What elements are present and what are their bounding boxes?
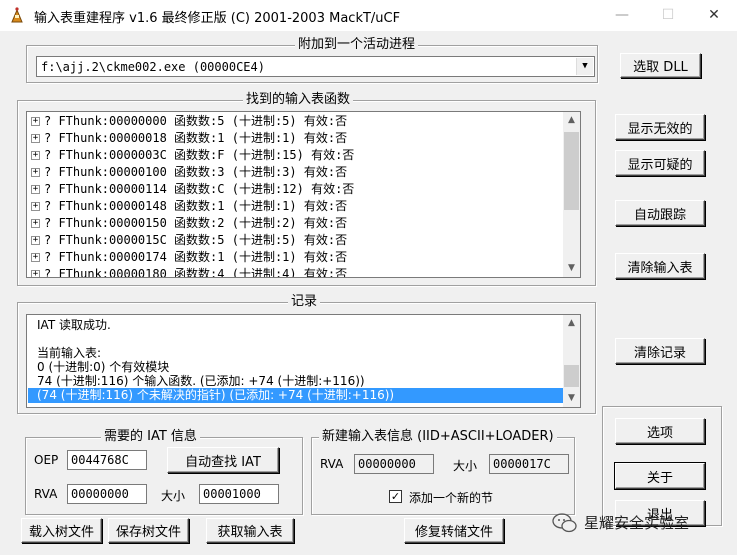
iat-rva-field[interactable]: 00000000 xyxy=(67,484,147,504)
tree-row-label: ? FThunk:00000174 函数数:1 (十进制:1) 有效:否 xyxy=(44,250,348,264)
process-select[interactable]: f:\ajj.2\ckme002.exe (00000CE4) ▼ xyxy=(36,56,595,77)
tree-row-label: ? FThunk:00000114 函数数:C (十进制:12) 有效:否 xyxy=(44,182,355,196)
tree-row[interactable]: + ? FThunk:00000018 函数数:1 (十进制:1) 有效:否 xyxy=(31,130,347,147)
clear-log-button[interactable]: 清除记录 xyxy=(615,338,705,364)
window-title: 输入表重建程序 v1.6 最终修正版 (C) 2001-2003 MackT/u… xyxy=(34,11,401,26)
tree-row-label: ? FThunk:00000100 函数数:3 (十进制:3) 有效:否 xyxy=(44,165,348,179)
scroll-down-icon[interactable]: ▼ xyxy=(563,390,580,407)
tree-row[interactable]: + ? FThunk:00000148 函数数:1 (十进制:1) 有效:否 xyxy=(31,198,347,215)
tree-row-label: ? FThunk:00000000 函数数:5 (十进制:5) 有效:否 xyxy=(44,114,348,128)
log-line[interactable]: 当前输入表: xyxy=(37,346,101,361)
expand-icon[interactable]: + xyxy=(31,202,40,211)
new-rva-field: 00000000 xyxy=(354,454,434,474)
app-icon xyxy=(11,7,23,23)
expand-icon[interactable]: + xyxy=(31,236,40,245)
tree-row-label: ? FThunk:0000003C 函数数:F (十进制:15) 有效:否 xyxy=(44,148,355,162)
log-scroll-thumb[interactable] xyxy=(564,365,579,387)
iat-group-title: 需要的 IAT 信息 xyxy=(101,429,200,445)
tree-row[interactable]: + ? FThunk:00000150 函数数:2 (十进制:2) 有效:否 xyxy=(31,215,347,232)
fix-dump-button[interactable]: 修复转储文件 xyxy=(404,518,504,543)
imports-scroll-thumb[interactable] xyxy=(564,132,579,210)
maximize-button: ☐ xyxy=(661,7,675,23)
scroll-down-icon[interactable]: ▼ xyxy=(563,260,580,277)
tree-row-label: ? FThunk:00000018 函数数:1 (十进制:1) 有效:否 xyxy=(44,131,348,145)
expand-icon[interactable]: + xyxy=(31,117,40,126)
tree-row[interactable]: + ? FThunk:00000180 函数数:4 (十进制:4) 有效:否 xyxy=(31,266,348,278)
imports-group-title: 找到的输入表函数 xyxy=(243,92,354,108)
new-size-field: 0000017C xyxy=(489,454,569,474)
expand-icon[interactable]: + xyxy=(31,134,40,143)
tree-row-label: ? FThunk:00000148 函数数:1 (十进制:1) 有效:否 xyxy=(44,199,348,213)
new-size-label: 大小 xyxy=(453,459,478,473)
log-line[interactable]: 74 (十进制:116) 个输入函数. (已添加: +74 (十进制:+116)… xyxy=(37,374,365,389)
imports-scrollbar[interactable]: ▲ ▼ xyxy=(563,112,580,277)
options-button[interactable]: 选项 xyxy=(615,418,705,444)
title-bar: 输入表重建程序 v1.6 最终修正版 (C) 2001-2003 MackT/u… xyxy=(0,0,737,31)
auto-search-iat-button[interactable]: 自动查找 IAT xyxy=(167,447,279,473)
oep-field[interactable]: 0044768C xyxy=(67,450,147,470)
new-rva-label: RVA xyxy=(320,457,344,471)
expand-icon[interactable]: + xyxy=(31,168,40,177)
attach-group-title: 附加到一个活动进程 xyxy=(295,37,419,53)
expand-icon[interactable]: + xyxy=(31,270,40,277)
tree-row[interactable]: + ? FThunk:0000015C 函数数:5 (十进制:5) 有效:否 xyxy=(31,232,347,249)
scroll-up-icon[interactable]: ▲ xyxy=(563,112,580,129)
show-suspect-button[interactable]: 显示可疑的 xyxy=(615,150,705,176)
iat-size-field[interactable]: 00001000 xyxy=(199,484,279,504)
log-group-title: 记录 xyxy=(288,294,321,310)
iat-rva-label: RVA xyxy=(34,487,58,501)
imports-tree[interactable]: + ? FThunk:00000000 函数数:5 (十进制:5) 有效:否 + ? … xyxy=(26,111,581,278)
log-line[interactable]: (74 (十进制:116) 个未解决的指针) (已添加: +74 (十进制:+1… xyxy=(28,388,563,403)
wechat-icon xyxy=(552,513,577,533)
log-line[interactable]: 0 (十进制:0) 个有效模块 xyxy=(37,360,169,375)
oep-label: OEP xyxy=(34,453,59,467)
log-list[interactable]: IAT 读取成功. 当前输入表: 0 (十进制:0) 个有效模块 74 (十进制:11… xyxy=(26,314,581,408)
about-button[interactable]: 关于 xyxy=(614,462,706,490)
watermark-text: 星耀安全实验室 xyxy=(584,514,690,532)
tree-row[interactable]: + ? FThunk:00000114 函数数:C (十进制:12) 有效:否 xyxy=(31,181,354,198)
load-tree-button[interactable]: 载入树文件 xyxy=(21,518,102,543)
iat-size-label: 大小 xyxy=(161,489,186,503)
add-section-label[interactable]: 添加一个新的节 xyxy=(409,489,493,506)
add-section-checkbox[interactable]: ✓ xyxy=(389,490,402,503)
save-tree-button[interactable]: 保存树文件 xyxy=(108,518,189,543)
clear-imports-button[interactable]: 清除输入表 xyxy=(615,253,705,279)
pick-dll-button[interactable]: 选取 DLL xyxy=(620,53,701,78)
tree-row[interactable]: + ? FThunk:00000000 函数数:5 (十进制:5) 有效:否 xyxy=(31,113,347,130)
chevron-down-icon[interactable]: ▼ xyxy=(576,58,593,75)
expand-icon[interactable]: + xyxy=(31,219,40,228)
tree-row-label: ? FThunk:0000015C 函数数:5 (十进制:5) 有效:否 xyxy=(44,233,348,247)
expand-icon[interactable]: + xyxy=(31,185,40,194)
expand-icon[interactable]: + xyxy=(31,253,40,262)
tree-row[interactable]: + ? FThunk:00000174 函数数:1 (十进制:1) 有效:否 xyxy=(31,249,347,266)
close-button[interactable]: ✕ xyxy=(691,0,737,31)
tree-row-label: ? FThunk:00000180 函数数:4 (十进制:4) 有效:否 xyxy=(44,267,348,278)
watermark: 星耀安全实验室 xyxy=(552,510,737,536)
minimize-button[interactable]: — xyxy=(599,0,645,31)
new-import-group-title: 新建输入表信息 (IID+ASCII+LOADER) xyxy=(319,429,557,445)
show-invalid-button[interactable]: 显示无效的 xyxy=(615,114,705,140)
tree-row[interactable]: + ? FThunk:0000003C 函数数:F (十进制:15) 有效:否 xyxy=(31,147,354,164)
tree-row-label: ? FThunk:00000150 函数数:2 (十进制:2) 有效:否 xyxy=(44,216,348,230)
auto-trace-button[interactable]: 自动跟踪 xyxy=(615,200,705,226)
process-select-value: f:\ajj.2\ckme002.exe (00000CE4) xyxy=(41,60,265,74)
log-scrollbar[interactable]: ▲ ▼ xyxy=(563,315,580,407)
log-line[interactable]: IAT 读取成功. xyxy=(37,318,111,333)
get-imports-button[interactable]: 获取输入表 xyxy=(206,518,294,543)
scroll-up-icon[interactable]: ▲ xyxy=(563,315,580,332)
tree-row[interactable]: + ? FThunk:00000100 函数数:3 (十进制:3) 有效:否 xyxy=(31,164,347,181)
expand-icon[interactable]: + xyxy=(31,151,40,160)
